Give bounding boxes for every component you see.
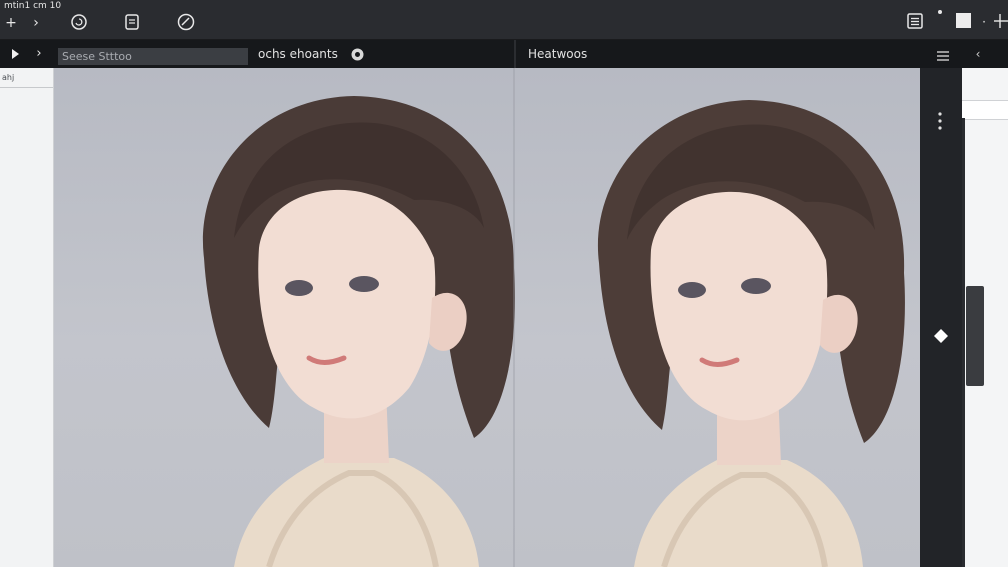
circle-arrow-icon[interactable]: [69, 12, 89, 32]
forward-icon[interactable]: ›: [28, 13, 44, 33]
right-panel-field[interactable]: [962, 100, 1008, 120]
more-icon[interactable]: ·: [978, 12, 990, 32]
diamond-icon[interactable]: [933, 328, 949, 344]
scrollbar-thumb[interactable]: [966, 286, 984, 386]
image-canvas[interactable]: [54, 68, 920, 567]
panel-left-title: ochs ehoants: [258, 47, 338, 61]
search-input[interactable]: Seese Stttoo: [58, 48, 248, 65]
left-panel: [0, 68, 54, 567]
panel-menu-icon[interactable]: [934, 45, 954, 65]
vertical-dots-icon[interactable]: [934, 110, 946, 132]
clipboard-icon[interactable]: [122, 12, 142, 32]
window-title: mtin1 cm 10: [4, 1, 62, 11]
left-panel-header: ahj: [0, 68, 53, 88]
crosshair-icon[interactable]: [992, 11, 1008, 31]
top-toolbar: [0, 0, 1008, 40]
portrait-image-right: [597, 100, 905, 567]
right-tool-rail: [920, 68, 962, 567]
right-panel-edge: [962, 118, 965, 567]
list-icon[interactable]: [905, 11, 925, 31]
canvas-split-line: [513, 68, 515, 567]
panel-right-title: Heatwoos: [528, 47, 588, 61]
square-icon[interactable]: [956, 13, 971, 28]
play-icon[interactable]: [8, 47, 22, 61]
chevron-left-icon[interactable]: ‹: [972, 44, 984, 64]
add-icon[interactable]: +: [2, 13, 20, 33]
settings-circle-icon[interactable]: [350, 47, 365, 62]
panel-divider: [514, 40, 516, 68]
edit-circle-icon[interactable]: [176, 12, 196, 32]
portrait-image-left: [202, 96, 515, 567]
dot-icon[interactable]: [938, 10, 942, 14]
chevron-right-icon[interactable]: ›: [32, 44, 46, 64]
